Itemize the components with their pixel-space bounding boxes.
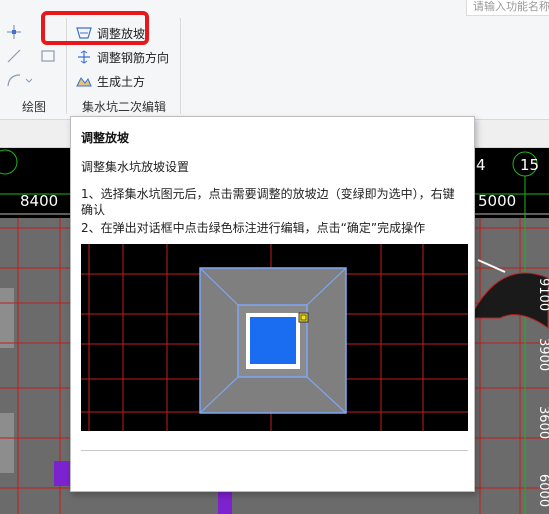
- rect-tool-icon[interactable]: [40, 48, 56, 64]
- group-label-pit-edit: 集水坑二次编辑: [82, 100, 167, 114]
- tooltip-divider: [81, 450, 468, 451]
- pit-shape: [250, 317, 296, 364]
- point-tool-icon[interactable]: [6, 24, 22, 40]
- side-dimension-3600: 3600: [536, 406, 549, 439]
- column-marker: [218, 492, 232, 514]
- axis-dimension-5000: 5000: [478, 192, 516, 210]
- adjust-rebar-direction-label: 调整钢筋方向: [97, 50, 170, 65]
- tooltip-subtitle: 调整集水坑放坡设置: [81, 160, 190, 174]
- earthwork-icon: [76, 77, 92, 87]
- ribbon-toolbar: 请输入功能名称 绘图 调整放坡 调整钢筋方向 生成土方 集水坑二次编辑: [0, 0, 549, 120]
- rebar-direction-icon: [78, 50, 90, 64]
- generate-earthwork-label: 生成土方: [97, 74, 146, 89]
- tooltip-step-1: 1、选择集水坑图元后，点击需要调整的放坡边（变绿即为选中），右键确认: [81, 187, 455, 217]
- group-separator: [180, 18, 181, 114]
- tooltip-step-2: 2、在弹出对话框中点击绿色标注进行编辑，点击“确定”完成操作: [81, 221, 426, 235]
- axis-number-15: 15: [520, 156, 539, 174]
- tooltip-illustration: [81, 244, 468, 431]
- generate-earthwork-button[interactable]: 生成土方: [76, 72, 145, 90]
- tooltip-title: 调整放坡: [81, 131, 130, 145]
- side-dimension-6000: 6000: [536, 474, 549, 507]
- side-dimension-3900: 3900: [536, 338, 549, 371]
- search-input[interactable]: 请输入功能名称: [466, 0, 549, 16]
- axis-number-4: 4: [476, 156, 486, 174]
- adjust-rebar-direction-button[interactable]: 调整钢筋方向: [76, 48, 169, 66]
- side-dimension-9100: 9100: [536, 278, 549, 311]
- command-tooltip: 调整放坡 调整集水坑放坡设置 1、选择集水坑图元后，点击需要调整的放坡边（变绿即…: [70, 116, 475, 492]
- axis-dimension-8400: 8400: [20, 192, 58, 210]
- group-label-draw: 绘图: [22, 100, 47, 114]
- line-tool-icon[interactable]: [6, 48, 22, 64]
- adjust-slope-highlight: [41, 11, 149, 45]
- grip-handle: [298, 312, 309, 323]
- arc-tool-icon[interactable]: [6, 72, 32, 88]
